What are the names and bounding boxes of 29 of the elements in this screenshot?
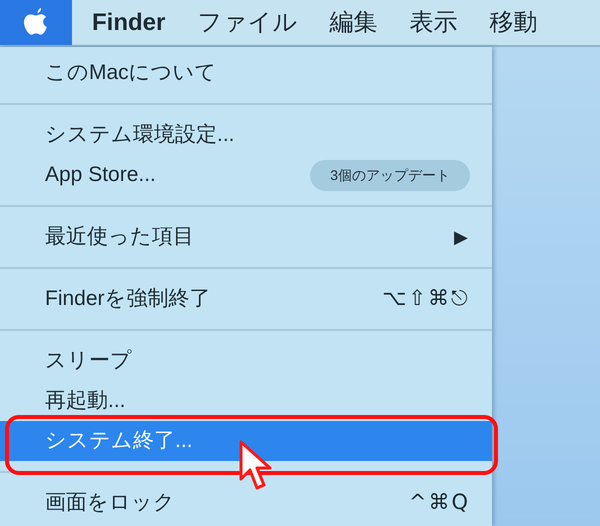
- menu-bar-item[interactable]: Finder: [82, 4, 176, 40]
- menu-item[interactable]: Finderを強制終了 ⌥⇧⌘⎋: [0, 279, 492, 319]
- menu-bar-item[interactable]: ファイル: [187, 4, 308, 40]
- menu-item[interactable]: システム環境設定...: [0, 115, 492, 155]
- menu-item[interactable]: システム終了...: [0, 421, 492, 461]
- menu-item-label: このMacについて: [45, 60, 217, 86]
- menu-item-label: App Store...: [45, 162, 156, 188]
- menu-item[interactable]: App Store... 3個のアップデート: [0, 155, 492, 195]
- apple-menu-button[interactable]: [0, 0, 72, 45]
- menu-bar-item[interactable]: 移動: [479, 4, 548, 40]
- menu-item[interactable]: スリープ: [0, 341, 492, 381]
- menu-item-label: 最近使った項目: [45, 224, 194, 250]
- menu-item[interactable]: 画面をロック ^⌘Q: [0, 483, 492, 523]
- menu-item-label: システム環境設定...: [45, 122, 235, 148]
- keyboard-shortcut: ⌥⇧⌘⎋: [382, 285, 470, 312]
- menu-item[interactable]: 最近使った項目 ▶: [0, 217, 492, 257]
- menu-bar-item[interactable]: 編集: [319, 4, 388, 40]
- menu-item-label: Finderを強制終了: [45, 286, 211, 312]
- menu-item-label: 再起動...: [45, 388, 126, 414]
- apple-icon: [23, 8, 49, 38]
- submenu-arrow: ▶: [454, 226, 468, 248]
- menu-item-label: 画面をロック: [45, 490, 175, 516]
- update-badge: 3個のアップデート: [310, 160, 470, 190]
- menu-bar-item[interactable]: 表示: [399, 4, 468, 40]
- menu-item[interactable]: このMacについて: [0, 53, 492, 93]
- menu-item[interactable]: 再起動...: [0, 381, 492, 421]
- keyboard-shortcut: ^⌘Q: [408, 489, 470, 516]
- menu-item-label: スリープ: [45, 348, 132, 374]
- menu-item-label: システム終了...: [45, 428, 193, 454]
